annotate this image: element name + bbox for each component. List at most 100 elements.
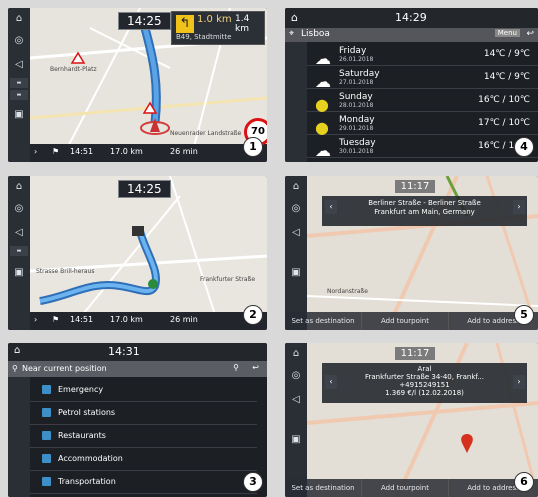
- search-icon: ⚲: [12, 364, 18, 373]
- prev-button[interactable]: ‹: [325, 200, 337, 214]
- transport-icon: [42, 477, 51, 486]
- destination-subtitle: Frankfurt am Main, Germany: [374, 208, 475, 216]
- clock: 14:25: [118, 180, 171, 198]
- volume-icon[interactable]: ◁: [11, 226, 27, 240]
- volume-bar[interactable]: ▬: [10, 78, 28, 88]
- panel-number-badge: 4: [514, 137, 534, 157]
- city-name: Lisboa: [301, 29, 330, 39]
- list-item[interactable]: Restaurants: [30, 425, 257, 448]
- turn-distance: 1.0 km: [197, 14, 232, 25]
- accommodation-icon: [42, 454, 51, 463]
- menu-button[interactable]: Menu: [494, 29, 520, 37]
- action-bar: Set as destination Add tourpoint Add to …: [285, 479, 538, 497]
- turn-instruction: ↰ 1.0 km 1.4 km B49, Stadtmitte: [171, 11, 265, 45]
- remaining-distance: 17.0 km: [110, 315, 143, 324]
- panel-number-badge: 2: [243, 305, 263, 325]
- magnify-icon[interactable]: ⚲: [233, 363, 239, 372]
- search-bar[interactable]: ⚲ Near current position ⚲ ↩: [8, 361, 267, 377]
- next-button[interactable]: ›: [513, 200, 525, 214]
- volume-icon[interactable]: ◁: [288, 393, 304, 407]
- media-icon[interactable]: ▣: [288, 266, 304, 280]
- prev-button[interactable]: ‹: [325, 375, 337, 389]
- expand-icon[interactable]: ›: [34, 315, 37, 324]
- side-menu: ⌂ ◎ ◁ ▬ ▣: [8, 176, 30, 330]
- panel-number-badge: 3: [243, 472, 263, 492]
- search-label: Near current position: [22, 364, 107, 373]
- poi-info-panel: ⌂ ◎ ◁ ▣ 11:17 Aral Frankfurter Straße 34…: [285, 343, 538, 497]
- side-menu: ⌂ ◎ ◁ ▣: [285, 343, 307, 497]
- poi-phone: +4915249151: [399, 381, 450, 389]
- volume-bar[interactable]: ▬: [10, 90, 28, 100]
- clock: 11:17: [395, 347, 435, 360]
- expand-icon[interactable]: ›: [34, 147, 37, 156]
- destination-panel: ⌂ ◎ ◁ ▣ Nordanstraße 11:17 Berliner Stra…: [285, 176, 538, 330]
- home-icon[interactable]: ⌂: [14, 345, 20, 356]
- add-tourpoint-button[interactable]: Add tourpoint: [362, 479, 449, 497]
- arrival-time: 14:51: [70, 315, 94, 324]
- back-icon[interactable]: ↩: [252, 363, 259, 372]
- status-bar: › ⚑ 14:51 17.0 km 26 min: [30, 144, 267, 162]
- remaining-duration: 26 min: [170, 147, 198, 156]
- sun-icon: ●: [315, 95, 329, 114]
- location-icon: ⌖: [289, 29, 295, 39]
- home-icon[interactable]: ⌂: [291, 11, 298, 24]
- flag-icon: ⚑: [52, 315, 60, 324]
- navigation-icon[interactable]: ◎: [288, 202, 304, 216]
- location-bar: ⌖ Lisboa Menu ↩: [285, 28, 538, 42]
- street-label: Nordanstraße: [327, 288, 368, 295]
- list-item[interactable]: Petrol stations: [30, 402, 257, 425]
- panel-number-badge: 1: [243, 137, 263, 157]
- add-tourpoint-button[interactable]: Add tourpoint: [362, 312, 449, 330]
- list-item[interactable]: Accommodation: [30, 448, 257, 471]
- poi-address: Frankfurter Straße 34-40, Frankf...: [365, 373, 484, 381]
- navigation-panel-2: ⌂ ◎ ◁ ▬ ▣ Strasse Brill-heraus Frankfurt…: [8, 176, 267, 330]
- volume-bar[interactable]: ▬: [10, 246, 28, 256]
- cloudy-icon: ☁: [315, 141, 331, 160]
- home-icon[interactable]: ⌂: [11, 180, 27, 194]
- side-menu: ⌂ ◎ ◁ ▣: [285, 176, 307, 330]
- forecast-row: ● Sunday 28.01.2018 16℃ / 10℃: [307, 90, 538, 114]
- media-icon[interactable]: ▣: [11, 266, 27, 280]
- navigation-icon[interactable]: ◎: [11, 34, 27, 48]
- back-icon[interactable]: ↩: [526, 29, 534, 39]
- side-menu: ⌂ ◎ ◁ ▬ ▬ ▣: [8, 8, 30, 162]
- home-icon[interactable]: ⌂: [288, 347, 304, 361]
- next-distance: 1.4 km: [235, 14, 250, 34]
- navigation-icon[interactable]: ◎: [288, 369, 304, 383]
- flag-icon: ⚑: [52, 147, 60, 156]
- navigation-panel-1: ⌂ ◎ ◁ ▬ ▬ ▣ Bernhardt-Platz Neuenrader L…: [8, 8, 267, 162]
- navigation-icon[interactable]: ◎: [11, 202, 27, 216]
- list-item[interactable]: Transportation: [30, 471, 257, 494]
- media-icon[interactable]: ▣: [11, 108, 27, 122]
- sun-icon: ●: [315, 118, 329, 137]
- remaining-distance: 17.0 km: [110, 147, 143, 156]
- home-icon[interactable]: ⌂: [11, 12, 27, 26]
- top-bar: ⌂ 14:31: [8, 343, 267, 361]
- weather-panel: ⌂ 14:29 ⌖ Lisboa Menu ↩ ☁ Friday 26.01.201…: [285, 8, 538, 162]
- forecast-row: ● Monday 29.01.2018 17℃ / 10℃: [307, 113, 538, 137]
- volume-icon[interactable]: ◁: [11, 58, 27, 72]
- forecast-row: ☁ Friday 26.01.2018 14℃ / 9℃: [307, 44, 538, 68]
- cloudy-icon: ☁: [315, 49, 331, 68]
- emergency-icon: [42, 385, 51, 394]
- set-destination-button[interactable]: Set as destination: [285, 479, 362, 497]
- next-button[interactable]: ›: [513, 375, 525, 389]
- top-bar: ⌂ 14:29: [285, 8, 538, 28]
- panel-number-badge: 5: [514, 305, 534, 325]
- road-name: B49, Stadtmitte: [176, 33, 232, 41]
- media-icon[interactable]: ▣: [288, 433, 304, 447]
- set-destination-button[interactable]: Set as destination: [285, 312, 362, 330]
- list-item[interactable]: Emergency: [30, 379, 257, 402]
- status-bar: › ⚑ 14:51 17.0 km 26 min: [30, 312, 267, 330]
- turn-left-icon: ↰: [176, 15, 194, 33]
- map-view[interactable]: Strasse Brill-heraus Frankfurter Straße: [30, 176, 267, 330]
- volume-icon[interactable]: ◁: [288, 226, 304, 240]
- clock: 14:25: [118, 12, 171, 30]
- street-label: Frankfurter Straße: [200, 276, 256, 283]
- poi-name: Aral: [417, 365, 432, 373]
- forecast-row: ☁ Tuesday 30.01.2018 16℃ / 10℃: [307, 136, 538, 160]
- poi-info: Aral Frankfurter Straße 34-40, Frankf...…: [322, 363, 527, 403]
- side-menu: [285, 42, 307, 162]
- side-menu: [8, 377, 30, 497]
- home-icon[interactable]: ⌂: [288, 180, 304, 194]
